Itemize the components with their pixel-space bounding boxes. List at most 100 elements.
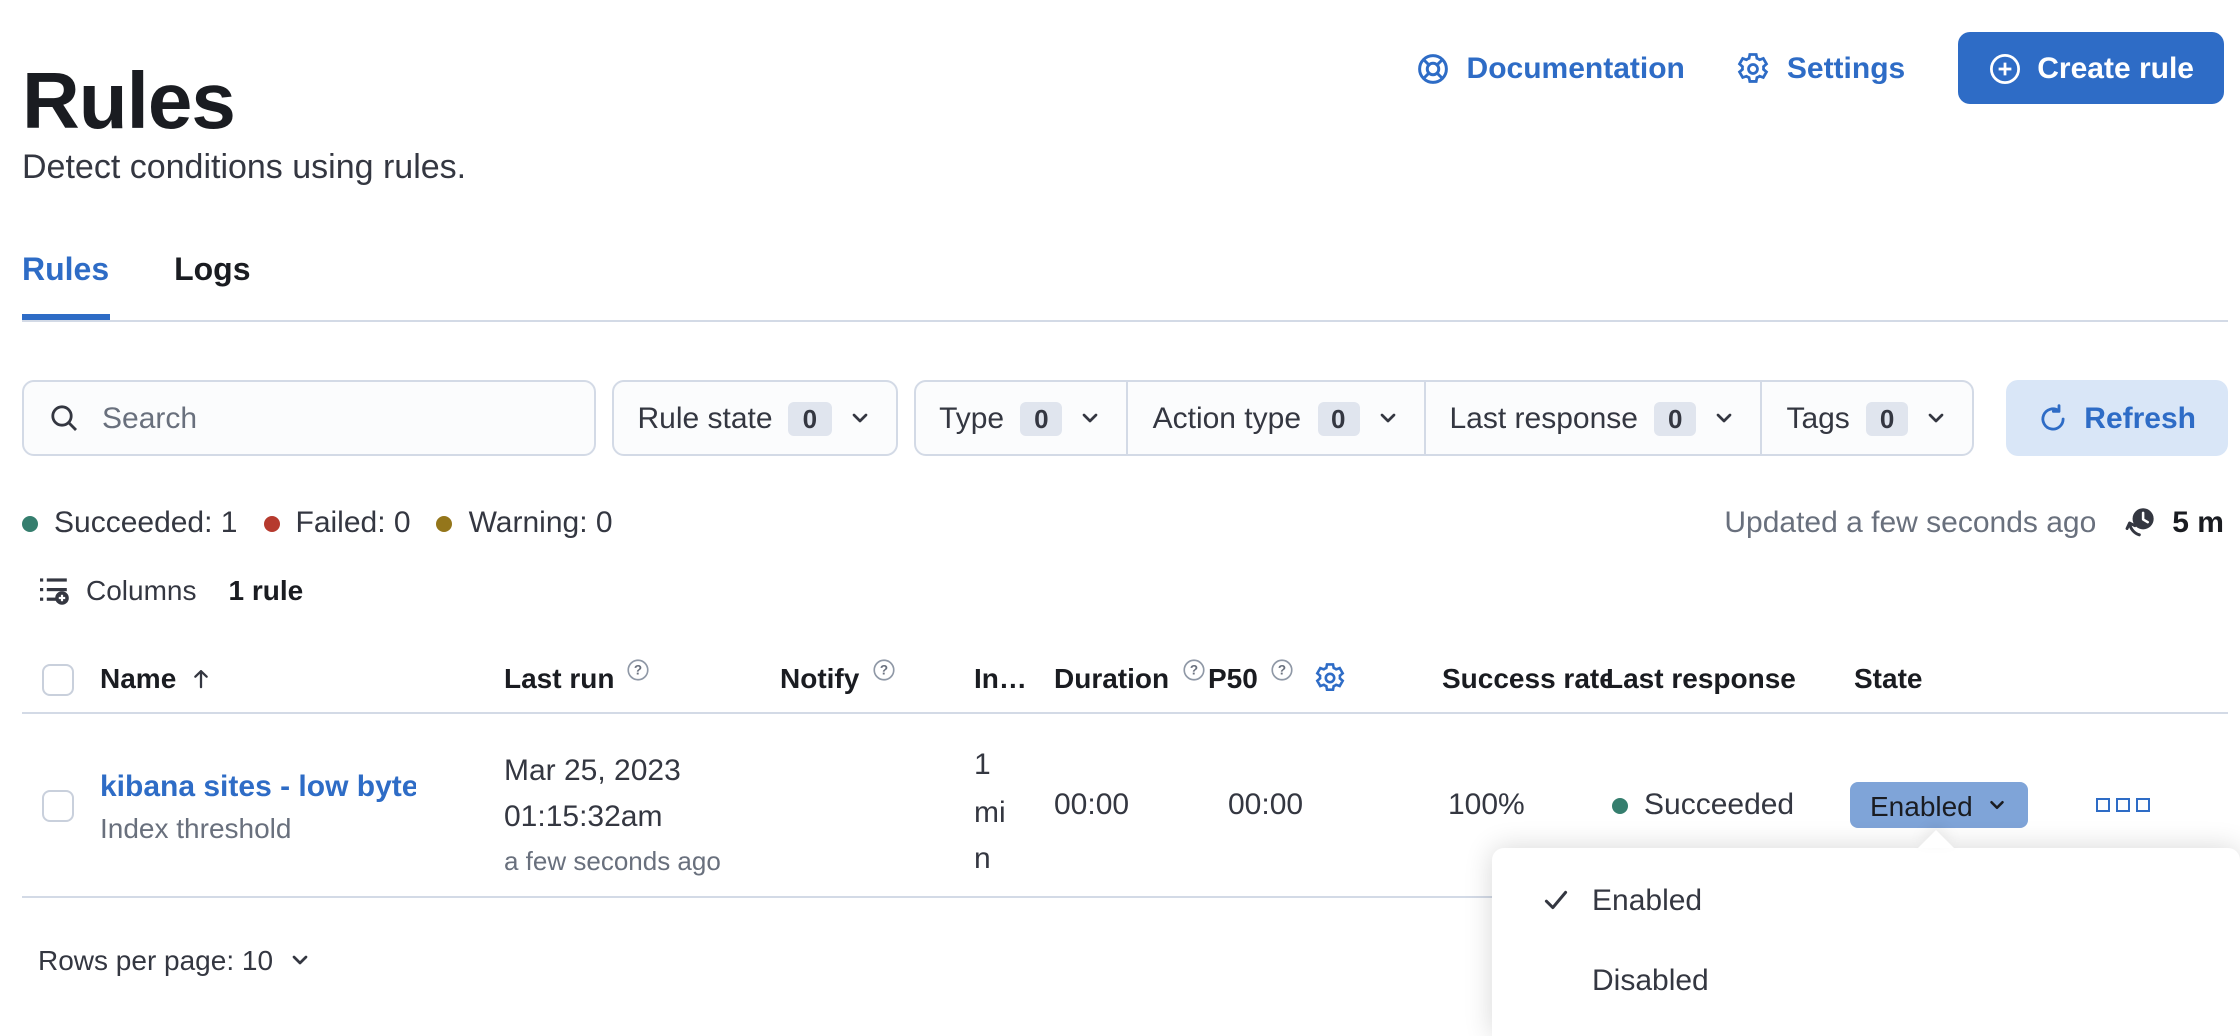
succeeded-dot-icon xyxy=(22,515,38,531)
last-response-cell: Succeeded xyxy=(1612,788,1794,822)
state-value: Enabled xyxy=(1870,789,1973,821)
filter-type-label: Type xyxy=(939,401,1004,435)
documentation-label: Documentation xyxy=(1467,51,1685,85)
svg-text:?: ? xyxy=(1189,663,1197,678)
filter-rule-state-count: 0 xyxy=(789,401,831,435)
svg-text:?: ? xyxy=(634,663,642,678)
header-state-label: State xyxy=(1854,662,1922,694)
checkmark-icon xyxy=(1540,884,1572,916)
chevron-down-icon xyxy=(1712,406,1736,430)
rules-page: Rules Documentation Settings xyxy=(0,0,2240,1016)
filter-rule-state[interactable]: Rule state 0 xyxy=(612,380,898,456)
refresh-button[interactable]: Refresh xyxy=(2006,380,2228,456)
state-dropdown-button[interactable]: Enabled xyxy=(1850,782,2029,828)
succeeded-label: Succeeded: 1 xyxy=(54,506,238,540)
tab-rules[interactable]: Rules xyxy=(22,254,109,320)
clock-refresh-icon xyxy=(2122,504,2160,542)
header-notify: Notify ? xyxy=(780,644,895,712)
chevron-down-icon xyxy=(1376,406,1400,430)
header-interval-label: Interval xyxy=(974,644,1034,712)
chevron-down-icon xyxy=(847,406,871,430)
header-actions: Documentation Settings Create rule xyxy=(1417,32,2224,104)
menu-item-enabled[interactable]: Enabled xyxy=(1492,860,2240,940)
header-name[interactable]: Name xyxy=(100,644,214,712)
header-name-label: Name xyxy=(100,662,176,694)
succeeded-dot-icon xyxy=(1612,797,1628,813)
filter-rule-state-label: Rule state xyxy=(638,401,773,435)
health-stats: Succeeded: 1 Failed: 0 Warning: 0 xyxy=(22,506,613,540)
page-subtitle: Detect conditions using rules. xyxy=(22,148,466,188)
last-response-value: Succeeded xyxy=(1644,788,1794,822)
last-run-relative: a few seconds ago xyxy=(504,840,721,884)
chevron-down-icon xyxy=(1079,406,1103,430)
page-title: Rules xyxy=(22,58,235,148)
rule-type: Index threshold xyxy=(100,812,291,844)
success-rate-cell: 100% xyxy=(1448,788,1525,822)
last-run-time: 01:15:32am xyxy=(504,794,721,840)
header-duration: Duration ? xyxy=(1054,644,1205,712)
filter-last-response[interactable]: Last response 0 xyxy=(1424,382,1761,454)
rows-per-page-control[interactable]: Rows per page: 10 xyxy=(38,944,311,976)
p50-config-gear-icon[interactable] xyxy=(1314,662,1346,694)
warning-stat: Warning: 0 xyxy=(437,506,613,540)
plus-in-circle-icon xyxy=(1987,51,2021,85)
sort-ascending-icon xyxy=(188,665,214,691)
filter-last-response-label: Last response xyxy=(1450,401,1638,435)
auto-refresh-control[interactable]: 5 m xyxy=(2122,504,2224,542)
last-run-date: Mar 25, 2023 xyxy=(504,748,721,794)
header-success-rate-label: Success rate xyxy=(1442,644,1610,712)
rule-name-link[interactable]: kibana sites - low bytes xyxy=(100,770,416,804)
search-box xyxy=(22,380,596,456)
filter-group: Type 0 Action type 0 Last response 0 xyxy=(913,380,1974,456)
filter-type-count: 0 xyxy=(1020,401,1062,435)
checkmark-placeholder xyxy=(1540,964,1572,996)
documentation-link[interactable]: Documentation xyxy=(1417,51,1685,85)
list-add-icon xyxy=(38,574,70,606)
last-run-cell: Mar 25, 2023 01:15:32am a few seconds ag… xyxy=(504,748,721,884)
row-checkbox[interactable] xyxy=(42,790,74,822)
toolbar: Rule state 0 Type 0 Action type 0 xyxy=(22,380,2228,456)
create-rule-button[interactable]: Create rule xyxy=(1957,32,2224,104)
filter-type[interactable]: Type 0 xyxy=(915,382,1127,454)
header-p50: P50 ? xyxy=(1208,644,1346,712)
question-in-circle-icon: ? xyxy=(1181,658,1205,682)
search-icon xyxy=(48,402,80,434)
header-last-response-label: Last response xyxy=(1606,662,1796,694)
state-dropdown-menu: Enabled Disabled xyxy=(1492,848,2240,1036)
updated-text: Updated a few seconds ago xyxy=(1724,506,2096,540)
warning-dot-icon xyxy=(437,515,453,531)
status-summary: Succeeded: 1 Failed: 0 Warning: 0 Update… xyxy=(22,504,2224,542)
menu-item-disabled[interactable]: Disabled xyxy=(1492,940,2240,1020)
filter-last-response-count: 0 xyxy=(1654,401,1696,435)
columns-button[interactable]: Columns xyxy=(38,574,197,606)
refresh-label: Refresh xyxy=(2084,401,2196,435)
columns-label: Columns xyxy=(86,574,197,606)
header-interval: Interval xyxy=(974,644,1034,712)
table-header: Name Last run ? Notify ? Interval Durati… xyxy=(0,644,2240,712)
rule-count: 1 rule xyxy=(229,574,304,606)
question-in-circle-icon: ? xyxy=(1270,658,1294,682)
duration-cell: 00:00 xyxy=(1054,788,1129,822)
table-meta-row: Columns 1 rule xyxy=(38,574,303,606)
header-state: State xyxy=(1854,644,1922,712)
create-rule-label: Create rule xyxy=(2037,51,2194,85)
box-icon xyxy=(2116,798,2130,812)
row-actions-icon[interactable] xyxy=(2096,798,2150,812)
select-all-checkbox[interactable] xyxy=(42,664,74,696)
header-last-response: Last response xyxy=(1606,644,1796,712)
help-ring-icon xyxy=(1417,51,1451,85)
menu-item-disabled-label: Disabled xyxy=(1592,963,1709,997)
gear-icon xyxy=(1737,51,1771,85)
settings-label: Settings xyxy=(1787,51,1905,85)
filter-action-type-count: 0 xyxy=(1317,401,1359,435)
failed-label: Failed: 0 xyxy=(296,506,411,540)
search-input[interactable] xyxy=(98,399,570,437)
tabs: Rules Logs xyxy=(22,254,2228,322)
tab-logs[interactable]: Logs xyxy=(174,254,250,320)
p50-cell: 00:00 xyxy=(1228,788,1303,822)
failed-dot-icon xyxy=(264,515,280,531)
filter-tags[interactable]: Tags 0 xyxy=(1760,382,1972,454)
succeeded-stat: Succeeded: 1 xyxy=(22,506,238,540)
filter-action-type[interactable]: Action type 0 xyxy=(1127,382,1424,454)
settings-link[interactable]: Settings xyxy=(1737,51,1905,85)
